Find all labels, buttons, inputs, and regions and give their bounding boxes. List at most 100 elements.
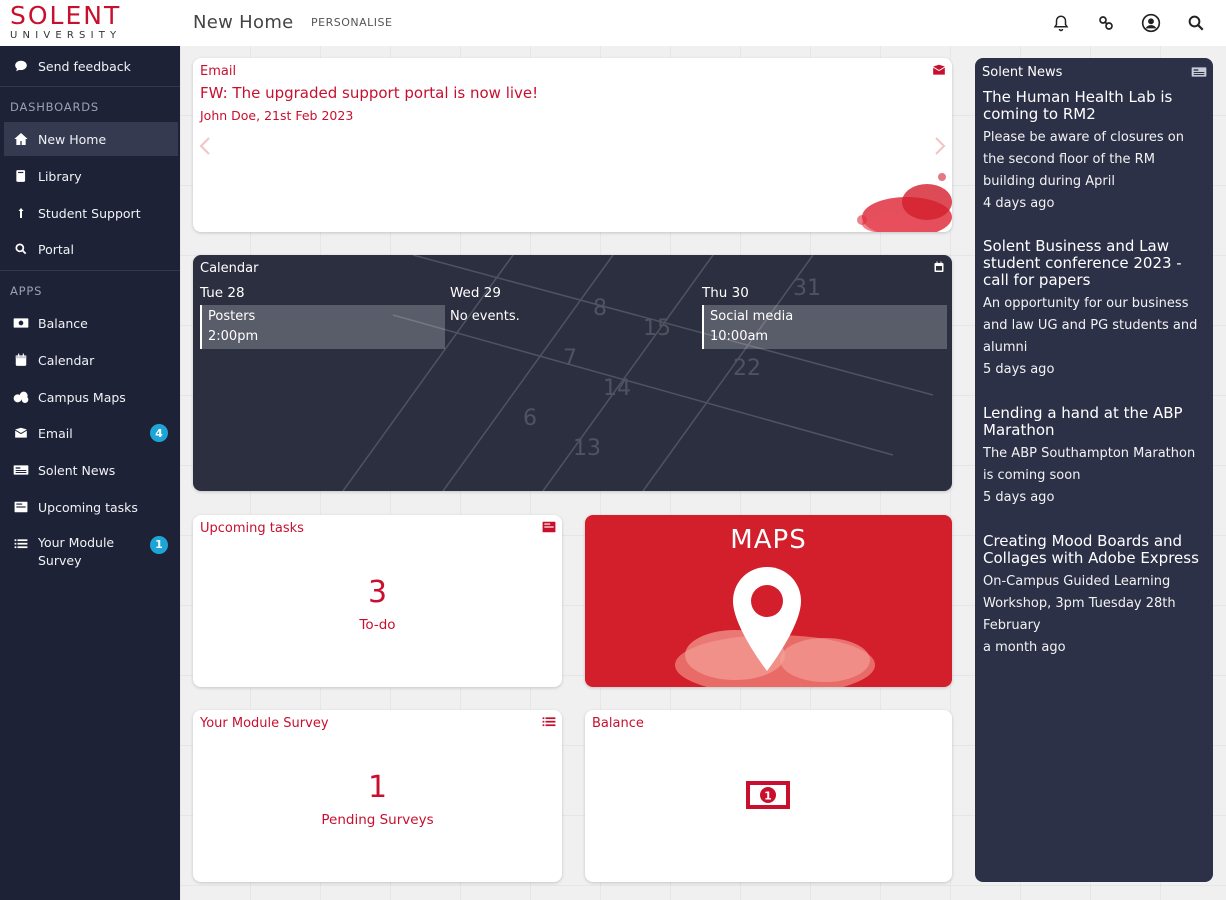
news-timestamp: 5 days ago	[983, 490, 1055, 505]
tasks-icon	[542, 521, 556, 533]
email-sender-date: John Doe, 21st Feb 2023	[200, 108, 354, 123]
calendar-day-label: Tue 28	[200, 285, 245, 301]
news-headline[interactable]: Creating Mood Boards and Collages with A…	[983, 533, 1207, 567]
mail-icon	[933, 64, 945, 75]
news-item[interactable]: Creating Mood Boards and Collages with A…	[983, 533, 1207, 658]
sidebar-item-portal[interactable]: Portal	[4, 232, 178, 266]
news-headline[interactable]: The Human Health Lab is coming to RM2	[983, 89, 1207, 123]
portal-icon	[12, 240, 30, 258]
chevron-right-icon[interactable]	[933, 136, 947, 156]
event-title: Social media	[710, 309, 794, 324]
sidebar-item-label: Campus Maps	[38, 389, 126, 405]
calendar-day-label: Thu 30	[702, 285, 749, 301]
sidebar-item-label: Library	[38, 168, 82, 184]
money-icon	[12, 314, 30, 332]
sidebar-item-label: Email	[38, 425, 73, 441]
sidebar: Send feedback DASHBOARDS New Home Librar…	[0, 46, 180, 900]
chat-bubble-icon	[12, 57, 30, 75]
news-summary: The ABP Southampton Marathon is coming s…	[983, 446, 1196, 483]
location-pin-icon	[733, 567, 801, 671]
paint-splash-graphic	[857, 173, 952, 232]
maps-card[interactable]: MAPS	[585, 515, 952, 687]
logo-subtitle: UNIVERSITY	[10, 30, 122, 41]
upcoming-tasks-card[interactable]: Upcoming tasks 3 To-do	[193, 515, 562, 687]
sidebar-item-label: Calendar	[38, 352, 95, 368]
sidebar-item-label: Solent News	[38, 462, 116, 478]
send-feedback-button[interactable]: Send feedback	[4, 49, 178, 83]
sidebar-item-label: Your Module Survey	[38, 535, 115, 568]
email-card[interactable]: Email FW: The upgraded support portal is…	[193, 58, 952, 232]
no-events-text: No events.	[450, 309, 520, 324]
sidebar-item-library[interactable]: Library	[4, 159, 178, 193]
news-item[interactable]: The Human Health Lab is coming to RM2 Pl…	[983, 89, 1207, 214]
news-headline[interactable]: Solent Business and Law student conferen…	[983, 238, 1207, 289]
sidebar-item-upcoming-tasks[interactable]: Upcoming tasks	[4, 490, 178, 524]
tasks-label: To-do	[359, 617, 396, 633]
survey-icon	[12, 535, 30, 553]
calendar-day-column: Wed 29 No events.	[450, 285, 695, 329]
svg-text:14: 14	[603, 376, 631, 401]
sidebar-item-label: Portal	[38, 241, 74, 257]
card-title: Email	[200, 64, 237, 79]
dashboards-heading: DASHBOARDS	[10, 100, 100, 114]
balance-card[interactable]: Balance 1	[585, 710, 952, 882]
chevron-left-icon[interactable]	[198, 136, 212, 156]
card-title: Upcoming tasks	[200, 521, 304, 536]
calendar-icon	[934, 261, 944, 272]
event-time: 10:00am	[710, 329, 769, 344]
header-actions	[1038, 10, 1218, 36]
home-icon	[12, 130, 30, 148]
bell-icon[interactable]	[1038, 10, 1083, 36]
divider	[0, 270, 180, 271]
news-icon	[1191, 67, 1207, 77]
email-subject[interactable]: FW: The upgraded support portal is now l…	[200, 84, 538, 102]
sidebar-item-student-support[interactable]: Student Support	[4, 196, 178, 230]
sidebar-item-new-home[interactable]: New Home	[4, 122, 178, 156]
news-summary: An opportunity for our business and law …	[983, 296, 1198, 355]
tasks-icon	[12, 498, 30, 516]
svg-text:6: 6	[523, 406, 537, 431]
divider	[0, 86, 180, 87]
svg-text:13: 13	[573, 436, 601, 461]
survey-label: Pending Surveys	[321, 812, 434, 828]
calendar-day-label: Wed 29	[450, 285, 501, 301]
sidebar-item-balance[interactable]: Balance	[4, 306, 178, 340]
news-item[interactable]: Solent Business and Law student conferen…	[983, 238, 1207, 380]
top-bar: SOLENT UNIVERSITY New Home PERSONALISE	[0, 0, 1226, 46]
news-headline[interactable]: Lending a hand at the ABP Marathon	[983, 405, 1207, 439]
sidebar-item-module-survey[interactable]: Your Module Survey 1	[4, 528, 178, 570]
svg-text:1: 1	[764, 790, 772, 803]
solent-logo[interactable]: SOLENT UNIVERSITY	[10, 1, 130, 42]
news-timestamp: 5 days ago	[983, 362, 1055, 377]
sidebar-item-label: Send feedback	[38, 58, 131, 74]
sidebar-item-calendar[interactable]: Calendar	[4, 343, 178, 377]
survey-count: 1	[367, 770, 388, 805]
calendar-event[interactable]: Social media 10:00am	[702, 305, 947, 349]
module-survey-card[interactable]: Your Module Survey 1 Pending Surveys	[193, 710, 562, 882]
tasks-count: 3	[367, 575, 388, 610]
money-icon: 1	[746, 781, 790, 809]
news-timestamp: a month ago	[983, 640, 1066, 655]
logo-wordmark: SOLENT	[10, 1, 122, 30]
svg-text:22: 22	[733, 356, 761, 381]
email-count-badge: 4	[150, 424, 168, 442]
card-title: Solent News	[982, 65, 1063, 80]
sidebar-item-campus-maps[interactable]: Campus Maps	[4, 380, 178, 414]
calendar-card[interactable]: 8 7 15 6 14 13 22 31 Calendar Tue 28 Posters …	[193, 255, 952, 491]
calendar-event[interactable]: Posters 2:00pm	[200, 305, 445, 349]
survey-icon	[542, 717, 556, 727]
sidebar-item-solent-news[interactable]: Solent News	[4, 453, 178, 487]
survey-count-badge: 1	[150, 536, 168, 554]
maps-title: MAPS	[730, 525, 807, 555]
news-summary: Please be aware of closures on the secon…	[983, 130, 1184, 189]
personalise-button[interactable]: PERSONALISE	[311, 16, 392, 29]
search-icon[interactable]	[1173, 10, 1218, 36]
news-icon	[12, 461, 30, 479]
sidebar-item-label: Balance	[38, 315, 88, 331]
event-title: Posters	[208, 309, 256, 324]
sidebar-item-email[interactable]: Email 4	[4, 416, 178, 450]
account-icon[interactable]	[1128, 10, 1173, 36]
mail-icon	[12, 424, 30, 442]
link-icon[interactable]	[1083, 10, 1128, 36]
news-item[interactable]: Lending a hand at the ABP Marathon The A…	[983, 405, 1207, 508]
